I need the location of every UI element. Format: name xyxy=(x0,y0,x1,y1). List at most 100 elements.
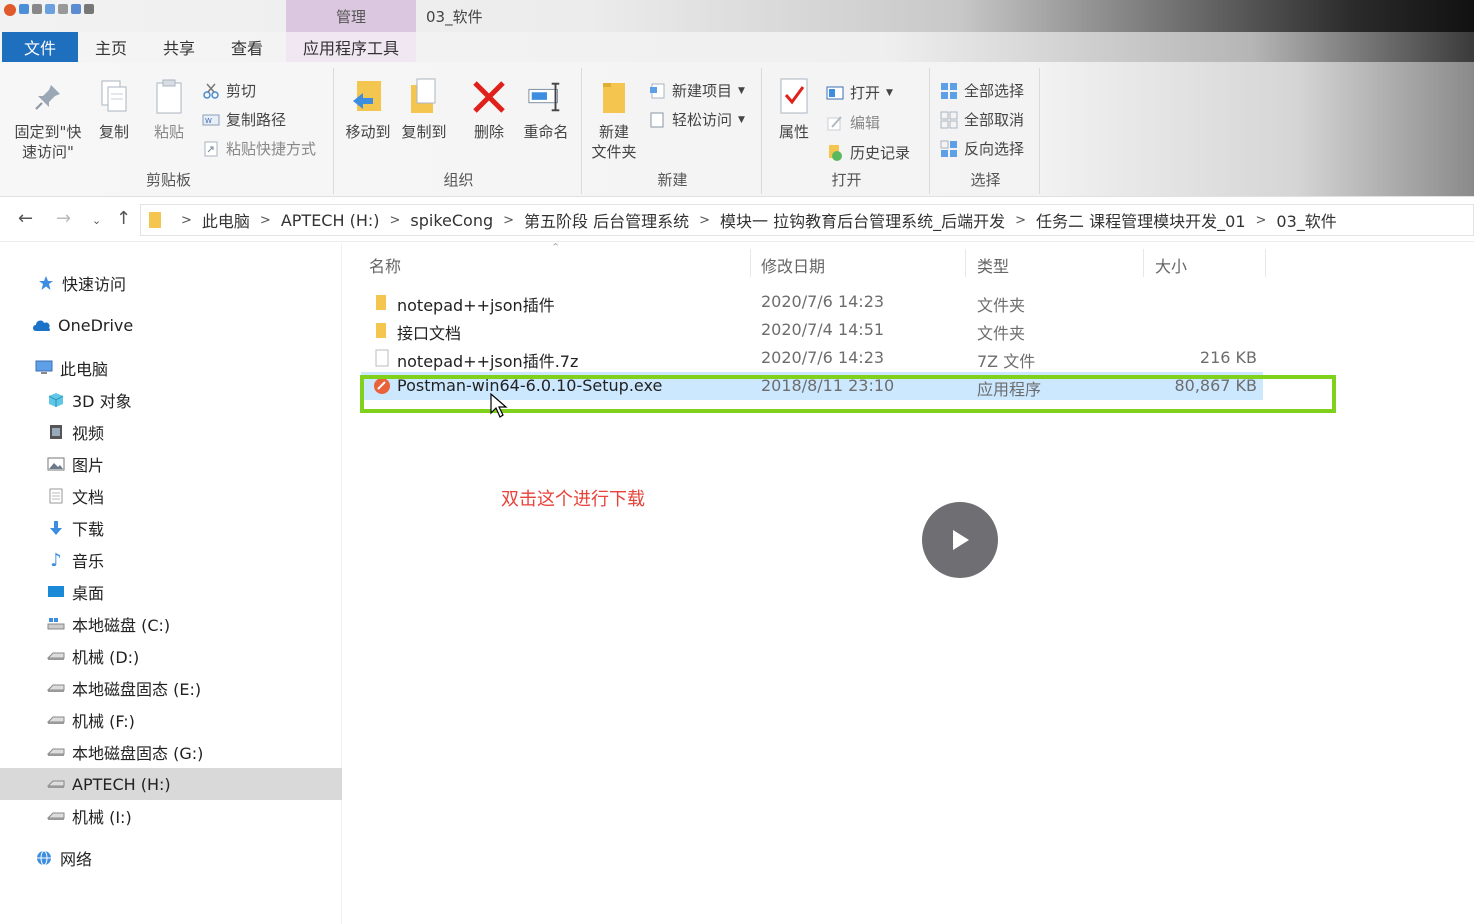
file-row[interactable]: 接口文档 2020/7/4 14:51 文件夹 xyxy=(361,316,1263,344)
move-to-label: 移动到 xyxy=(345,123,391,141)
column-divider[interactable] xyxy=(1143,249,1144,277)
rename-button[interactable]: 重命名 xyxy=(516,76,576,142)
tab-share[interactable]: 共享 xyxy=(148,32,210,62)
breadcrumb-separator-icon[interactable]: > xyxy=(699,213,710,228)
tab-app-tools[interactable]: 应用程序工具 xyxy=(286,32,416,62)
breadcrumb-drive-h[interactable]: APTECH (H:) xyxy=(281,211,380,230)
paste-shortcut-button[interactable]: 粘贴快捷方式 xyxy=(202,138,316,159)
properties-button[interactable]: 属性 xyxy=(766,76,822,142)
back-arrow-icon[interactable]: ← xyxy=(18,208,33,229)
clipboard-group: 固定到"快 速访问" 复制 粘贴 剪切 W 复制路径 粘贴快捷方式 剪贴板 xyxy=(4,68,334,194)
organize-group-label: 组织 xyxy=(443,171,474,189)
breadcrumb-separator-icon[interactable]: > xyxy=(390,213,401,228)
nav-item-drive-e[interactable]: 本地磁盘固态 (E:) xyxy=(0,673,342,703)
nav-item-drive-i[interactable]: 机械 (I:) xyxy=(0,801,342,831)
new-folder-button[interactable]: 新建 文件夹 xyxy=(586,76,642,162)
nav-label: 机械 (D:) xyxy=(72,648,140,667)
nav-item-network[interactable]: 网络 xyxy=(0,843,342,873)
nav-item-drive-h[interactable]: APTECH (H:) xyxy=(0,768,342,800)
address-box[interactable]: > 此电脑 > APTECH (H:) > spikeCong > 第五阶段 后… xyxy=(140,204,1474,236)
nav-item-documents[interactable]: 文档 xyxy=(0,481,342,511)
quick-access-toolbar[interactable] xyxy=(4,4,94,16)
context-tab-manage[interactable]: 管理 xyxy=(286,0,416,32)
open-group-label: 打开 xyxy=(831,171,862,189)
paste-button[interactable]: 粘贴 xyxy=(144,76,194,142)
breadcrumb-stage5[interactable]: 第五阶段 后台管理系统 xyxy=(524,208,689,232)
column-divider[interactable] xyxy=(750,249,751,277)
organize-group: 移动到 复制到 删除 重命名 组织 xyxy=(336,68,582,194)
column-header-size[interactable]: 大小 xyxy=(1155,253,1187,277)
nav-item-desktop[interactable]: 桌面 xyxy=(0,577,342,607)
breadcrumb-module1[interactable]: 模块一 拉钩教育后台管理系统_后端开发 xyxy=(720,208,1005,232)
select-none-button[interactable]: 全部取消 xyxy=(940,109,1024,130)
copy-to-button[interactable]: 复制到 xyxy=(396,76,452,142)
video-play-button[interactable] xyxy=(922,502,998,578)
nav-item-quick-access[interactable]: 快速访问 xyxy=(0,268,342,298)
tab-file[interactable]: 文件 xyxy=(2,32,78,62)
dropdown-arrow-icon: ▼ xyxy=(738,114,745,125)
recent-locations-chevron-icon[interactable]: ⌄ xyxy=(92,214,101,227)
nav-item-music[interactable]: ♪ 音乐 xyxy=(0,545,342,575)
cut-button[interactable]: 剪切 xyxy=(202,80,256,101)
rename-icon[interactable] xyxy=(71,4,81,14)
copy-path-button[interactable]: W 复制路径 xyxy=(202,109,286,130)
nav-item-3d-objects[interactable]: 3D 对象 xyxy=(0,385,342,415)
properties-checkmark-icon xyxy=(775,76,813,118)
up-arrow-icon[interactable]: ↑ xyxy=(116,208,131,229)
nav-item-drive-d[interactable]: 机械 (D:) xyxy=(0,641,342,671)
copy-button[interactable]: 复制 xyxy=(88,76,140,142)
tab-home[interactable]: 主页 xyxy=(80,32,142,62)
column-divider[interactable] xyxy=(965,249,966,277)
forward-arrow-icon[interactable]: → xyxy=(56,208,71,229)
copy-icon xyxy=(95,76,133,118)
drive-icon xyxy=(46,647,66,665)
paste-shortcut-icon xyxy=(202,140,220,158)
column-header-date[interactable]: 修改日期 xyxy=(761,253,825,277)
new-folder-label-line1: 新建 xyxy=(598,123,629,141)
nav-item-drive-f[interactable]: 机械 (F:) xyxy=(0,705,342,735)
nav-item-downloads[interactable]: 下载 xyxy=(0,513,342,543)
breadcrumb-this-pc[interactable]: 此电脑 xyxy=(202,208,250,232)
nav-item-this-pc[interactable]: 此电脑 xyxy=(0,353,342,383)
nav-item-onedrive[interactable]: OneDrive xyxy=(0,310,342,340)
breadcrumb-separator-icon[interactable]: > xyxy=(503,213,514,228)
easy-access-dropdown[interactable]: 轻松访问 ▼ xyxy=(648,109,745,130)
breadcrumb-current[interactable]: 03_软件 xyxy=(1276,208,1336,232)
nav-item-drive-c[interactable]: 本地磁盘 (C:) xyxy=(0,609,342,639)
edit-button[interactable]: 编辑 xyxy=(826,112,880,133)
tab-view[interactable]: 查看 xyxy=(216,32,278,62)
delete-button[interactable]: 删除 xyxy=(464,76,514,142)
settings-icon[interactable] xyxy=(58,4,68,14)
invert-selection-icon xyxy=(940,140,958,158)
nav-item-videos[interactable]: 视频 xyxy=(0,417,342,447)
column-divider[interactable] xyxy=(1265,249,1266,277)
nav-item-pictures[interactable]: 图片 xyxy=(0,449,342,479)
breadcrumb-separator-icon[interactable]: > xyxy=(1015,213,1026,228)
undo-icon[interactable] xyxy=(45,4,55,14)
breadcrumb-task2[interactable]: 任务二 课程管理模块开发_01 xyxy=(1036,208,1245,232)
column-header-type[interactable]: 类型 xyxy=(977,253,1009,277)
new-item-dropdown[interactable]: 新建项目 ▼ xyxy=(648,80,745,101)
nav-label: 网络 xyxy=(60,850,93,869)
properties-icon[interactable] xyxy=(19,4,29,14)
file-row[interactable]: notepad++json插件.7z 2020/7/6 14:23 7Z 文件 … xyxy=(361,344,1263,372)
video-icon xyxy=(46,423,66,441)
invert-selection-button[interactable]: 反向选择 xyxy=(940,138,1024,159)
keyboard-icon[interactable] xyxy=(84,4,94,14)
history-button[interactable]: 历史记录 xyxy=(826,142,910,163)
select-all-button[interactable]: 全部选择 xyxy=(940,80,1024,101)
move-to-button[interactable]: 移动到 xyxy=(342,76,394,142)
file-name: notepad++json插件 xyxy=(397,296,555,315)
nav-label: 本地磁盘固态 (G:) xyxy=(72,744,204,763)
pin-quick-access-button[interactable]: 固定到"快 速访问" xyxy=(10,76,86,162)
file-row[interactable]: notepad++json插件 2020/7/6 14:23 文件夹 xyxy=(361,288,1263,316)
breadcrumb-separator-icon[interactable]: > xyxy=(1256,213,1267,228)
nav-item-drive-g[interactable]: 本地磁盘固态 (G:) xyxy=(0,737,342,767)
breadcrumb-separator-icon[interactable]: > xyxy=(260,213,271,228)
breadcrumb-spikecong[interactable]: spikeCong xyxy=(410,211,493,230)
breadcrumb-separator-icon[interactable]: > xyxy=(181,213,192,228)
open-dropdown[interactable]: 打开 ▼ xyxy=(826,82,893,103)
copy-to-label: 复制到 xyxy=(401,123,447,141)
new-folder-icon[interactable] xyxy=(32,4,42,14)
column-header-name[interactable]: 名称 xyxy=(369,253,401,277)
